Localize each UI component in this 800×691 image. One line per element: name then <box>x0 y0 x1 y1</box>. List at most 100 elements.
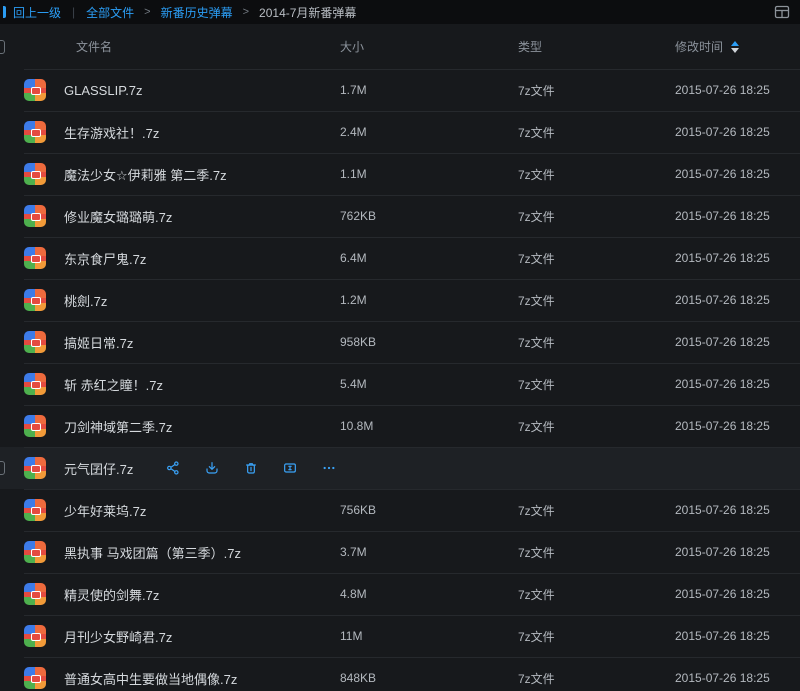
table-row[interactable]: 少年好莱坞.7z 756KB 7z文件 2015-07-26 18:25 <box>0 489 800 531</box>
file-size: 848KB <box>340 671 518 685</box>
rename-icon[interactable] <box>282 460 298 476</box>
table-row[interactable]: 魔法少女☆伊莉雅 第二季.7z 1.1M 7z文件 2015-07-26 18:… <box>0 153 800 195</box>
file-mtime: 2015-07-26 18:25 <box>675 671 790 685</box>
file-mtime: 2015-07-26 18:25 <box>675 503 790 517</box>
back-icon[interactable] <box>3 6 6 18</box>
archive-file-icon <box>24 247 46 269</box>
file-size: 3.7M <box>340 545 518 559</box>
archive-file-icon <box>24 457 46 479</box>
file-name[interactable]: 月刊少女野崎君.7z <box>64 627 172 646</box>
table-row[interactable]: 修业魔女璐璐萌.7z 762KB 7z文件 2015-07-26 18:25 <box>0 195 800 237</box>
file-name[interactable]: 桃劍.7z <box>64 291 107 310</box>
file-name[interactable]: 魔法少女☆伊莉雅 第二季.7z <box>64 165 227 184</box>
sort-icon[interactable] <box>731 41 739 53</box>
file-mtime: 2015-07-26 18:25 <box>675 251 790 265</box>
file-size: 4.8M <box>340 587 518 601</box>
file-mtime: 2015-07-26 18:25 <box>675 377 790 391</box>
file-type: 7z文件 <box>518 82 675 99</box>
table-row[interactable]: 刀剑神域第二季.7z 10.8M 7z文件 2015-07-26 18:25 <box>0 405 800 447</box>
delete-icon[interactable] <box>243 460 259 476</box>
download-icon[interactable] <box>204 460 220 476</box>
file-mtime: 2015-07-26 18:25 <box>675 419 790 433</box>
row-actions <box>165 460 337 476</box>
grid-view-icon[interactable] <box>772 2 792 22</box>
file-type: 7z文件 <box>518 166 675 183</box>
table-row[interactable]: 斩 赤红之瞳！.7z 5.4M 7z文件 2015-07-26 18:25 <box>0 363 800 405</box>
back-link[interactable]: 回上一级 <box>13 4 61 21</box>
table-row[interactable]: 桃劍.7z 1.2M 7z文件 2015-07-26 18:25 <box>0 279 800 321</box>
file-size: 1.1M <box>340 167 518 181</box>
column-header-mtime[interactable]: 修改时间 <box>675 38 790 55</box>
file-name[interactable]: 普通女高中生要做当地偶像.7z <box>64 669 237 688</box>
breadcrumb-pipe: | <box>72 5 75 19</box>
table-row[interactable]: 普通女高中生要做当地偶像.7z 848KB 7z文件 2015-07-26 18… <box>0 657 800 691</box>
file-name[interactable]: 少年好莱坞.7z <box>64 501 146 520</box>
file-mtime: 2015-07-26 18:25 <box>675 629 790 643</box>
file-name[interactable]: 刀剑神域第二季.7z <box>64 417 172 436</box>
file-size: 10.8M <box>340 419 518 433</box>
file-size: 1.7M <box>340 83 518 97</box>
table-row[interactable]: GLASSLIP.7z 1.7M 7z文件 2015-07-26 18:25 <box>0 69 800 111</box>
archive-file-icon <box>24 121 46 143</box>
share-icon[interactable] <box>165 460 181 476</box>
table-row[interactable]: 月刊少女野崎君.7z 11M 7z文件 2015-07-26 18:25 <box>0 615 800 657</box>
file-type: 7z文件 <box>518 334 675 351</box>
select-all-checkbox[interactable] <box>0 40 5 54</box>
file-type: 7z文件 <box>518 292 675 309</box>
file-size: 1.2M <box>340 293 518 307</box>
file-name[interactable]: 搞姬日常.7z <box>64 333 133 352</box>
table-row[interactable]: 精灵使的剑舞.7z 4.8M 7z文件 2015-07-26 18:25 <box>0 573 800 615</box>
file-mtime: 2015-07-26 18:25 <box>675 587 790 601</box>
archive-file-icon <box>24 499 46 521</box>
table-row[interactable]: 黑执事 马戏团篇（第三季）.7z 3.7M 7z文件 2015-07-26 18… <box>0 531 800 573</box>
breadcrumb-separator: > <box>144 6 150 18</box>
file-name[interactable]: 黑执事 马戏团篇（第三季）.7z <box>64 543 241 562</box>
archive-file-icon <box>24 667 46 689</box>
archive-file-icon <box>24 79 46 101</box>
table-row[interactable]: 生存游戏社！.7z 2.4M 7z文件 2015-07-26 18:25 <box>0 111 800 153</box>
file-mtime: 2015-07-26 18:25 <box>675 83 790 97</box>
file-type: 7z文件 <box>518 502 675 519</box>
archive-file-icon <box>24 289 46 311</box>
table-row[interactable]: 搞姬日常.7z 958KB 7z文件 2015-07-26 18:25 <box>0 321 800 363</box>
archive-file-icon <box>24 625 46 647</box>
row-checkbox[interactable] <box>0 461 5 475</box>
file-type: 7z文件 <box>518 250 675 267</box>
file-type: 7z文件 <box>518 124 675 141</box>
breadcrumb-folder[interactable]: 新番历史弹幕 <box>161 4 233 21</box>
archive-file-icon <box>24 373 46 395</box>
file-name[interactable]: 修业魔女璐璐萌.7z <box>64 207 172 226</box>
file-mtime: 2015-07-26 18:25 <box>675 125 790 139</box>
file-mtime: 2015-07-26 18:25 <box>675 335 790 349</box>
column-header-name: 文件名 <box>24 38 340 55</box>
breadcrumb-current: 2014-7月新番弹幕 <box>259 4 356 21</box>
column-header-type: 类型 <box>518 38 675 55</box>
file-size: 6.4M <box>340 251 518 265</box>
table-row[interactable]: 元气囝仔.7z <box>0 447 800 489</box>
file-type: 7z文件 <box>518 628 675 645</box>
table-row[interactable]: 东京食尸鬼.7z 6.4M 7z文件 2015-07-26 18:25 <box>0 237 800 279</box>
archive-file-icon <box>24 331 46 353</box>
table-header: 文件名 大小 类型 修改时间 <box>0 24 800 69</box>
file-name[interactable]: 斩 赤红之瞳！.7z <box>64 375 163 394</box>
file-mtime: 2015-07-26 18:25 <box>675 209 790 223</box>
more-icon[interactable] <box>321 460 337 476</box>
file-size: 2.4M <box>340 125 518 139</box>
file-name[interactable]: 元气囝仔.7z <box>64 459 133 478</box>
file-mtime: 2015-07-26 18:25 <box>675 545 790 559</box>
archive-file-icon <box>24 583 46 605</box>
archive-file-icon <box>24 205 46 227</box>
file-size: 5.4M <box>340 377 518 391</box>
column-header-size: 大小 <box>340 38 518 55</box>
file-mtime: 2015-07-26 18:25 <box>675 293 790 307</box>
file-name[interactable]: 精灵使的剑舞.7z <box>64 585 159 604</box>
file-type: 7z文件 <box>518 670 675 687</box>
file-size: 762KB <box>340 209 518 223</box>
file-name[interactable]: GLASSLIP.7z <box>64 83 143 98</box>
file-name[interactable]: 东京食尸鬼.7z <box>64 249 146 268</box>
breadcrumb-bar: 回上一级 | 全部文件 > 新番历史弹幕 > 2014-7月新番弹幕 <box>0 0 800 24</box>
file-type: 7z文件 <box>518 418 675 435</box>
breadcrumb-all-files[interactable]: 全部文件 <box>86 4 134 21</box>
file-type: 7z文件 <box>518 586 675 603</box>
file-name[interactable]: 生存游戏社！.7z <box>64 123 159 142</box>
